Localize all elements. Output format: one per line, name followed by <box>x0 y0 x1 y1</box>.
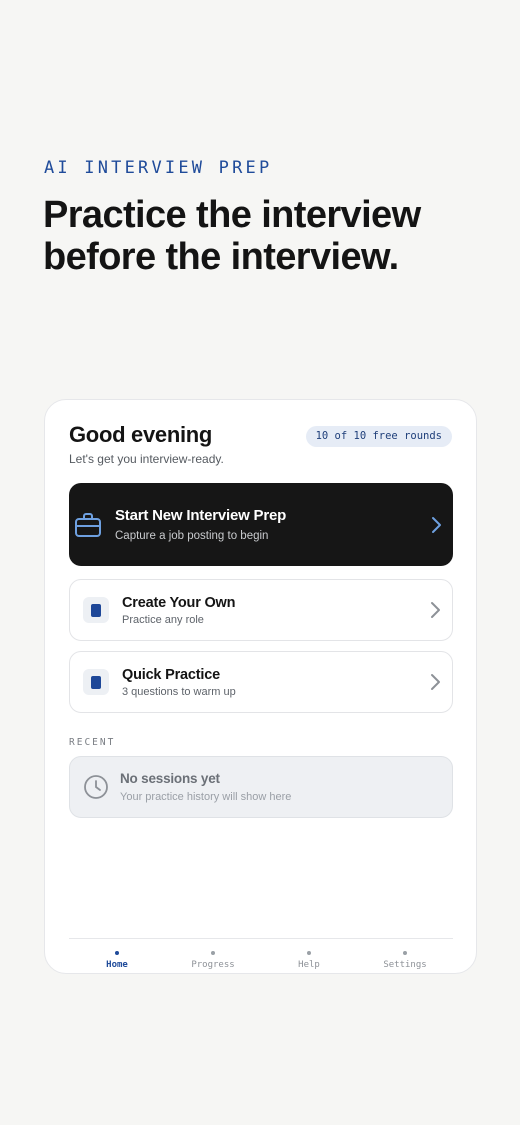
square-icon <box>83 669 109 695</box>
tab-help-label: Help <box>298 960 320 970</box>
tab-indicator-dot <box>211 951 215 955</box>
create-your-own-button[interactable]: Create Your Own Practice any role <box>69 579 453 641</box>
create-your-own-title: Create Your Own <box>122 594 236 611</box>
square-icon <box>83 597 109 623</box>
chevron-right-icon <box>431 674 440 690</box>
start-new-interview-prep-subtitle: Capture a job posting to begin <box>115 530 269 542</box>
chevron-right-icon <box>432 516 441 533</box>
start-new-interview-prep-title: Start New Interview Prep <box>115 507 287 524</box>
app-card: Good evening Let's get you interview-rea… <box>44 399 477 974</box>
quick-practice-title: Quick Practice <box>122 666 220 683</box>
chevron-right-icon <box>431 602 440 618</box>
tab-indicator-dot <box>115 951 119 955</box>
eyebrow-label: AI INTERVIEW PREP <box>44 158 273 178</box>
greeting-subtitle: Let's get you interview-ready. <box>69 452 224 466</box>
greeting-title: Good evening <box>69 422 213 447</box>
recent-empty-state: No sessions yet Your practice history wi… <box>69 756 453 818</box>
tab-home[interactable]: Home <box>69 939 165 974</box>
hero-headline: Practice the interview before the interv… <box>43 194 421 278</box>
quick-practice-subtitle: 3 questions to warm up <box>122 685 236 698</box>
free-rounds-badge: 10 of 10 free rounds <box>305 426 452 447</box>
briefcase-icon <box>74 511 102 539</box>
page: AI INTERVIEW PREP Practice the interview… <box>0 0 520 1125</box>
recent-section-label: RECENT <box>69 737 116 748</box>
tab-help[interactable]: Help <box>261 939 357 974</box>
tab-indicator-dot <box>307 951 311 955</box>
tab-settings-label: Settings <box>383 960 427 970</box>
clock-icon <box>83 774 109 800</box>
tab-settings[interactable]: Settings <box>357 939 453 974</box>
tab-indicator-dot <box>403 951 407 955</box>
tab-progress[interactable]: Progress <box>165 939 261 974</box>
start-new-interview-prep-button[interactable]: Start New Interview Prep Capture a job p… <box>69 483 453 566</box>
quick-practice-button[interactable]: Quick Practice 3 questions to warm up <box>69 651 453 713</box>
empty-state-subtitle: Your practice history will show here <box>120 791 292 803</box>
create-your-own-subtitle: Practice any role <box>122 613 204 626</box>
empty-state-title: No sessions yet <box>120 771 220 786</box>
tab-home-label: Home <box>106 960 128 970</box>
tab-progress-label: Progress <box>191 960 235 970</box>
bottom-tab-bar: Home Progress Help Settings <box>69 938 453 974</box>
